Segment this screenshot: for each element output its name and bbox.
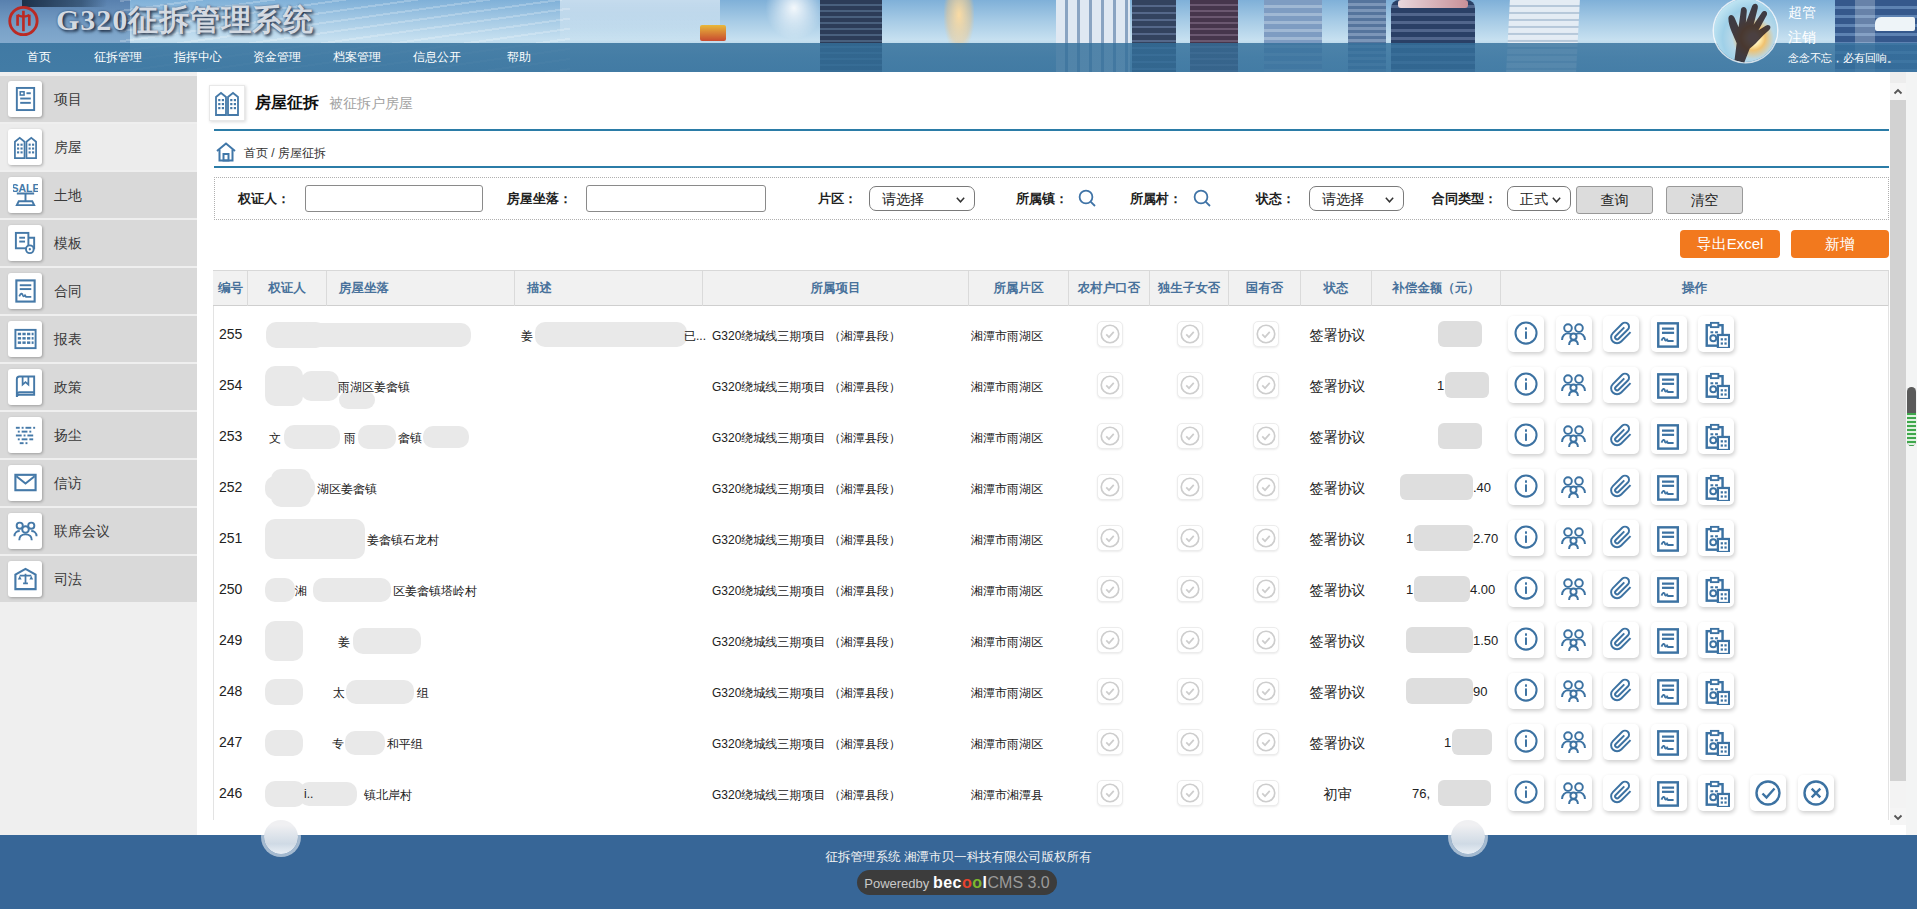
svg-text:SALE: SALE [13, 182, 38, 194]
